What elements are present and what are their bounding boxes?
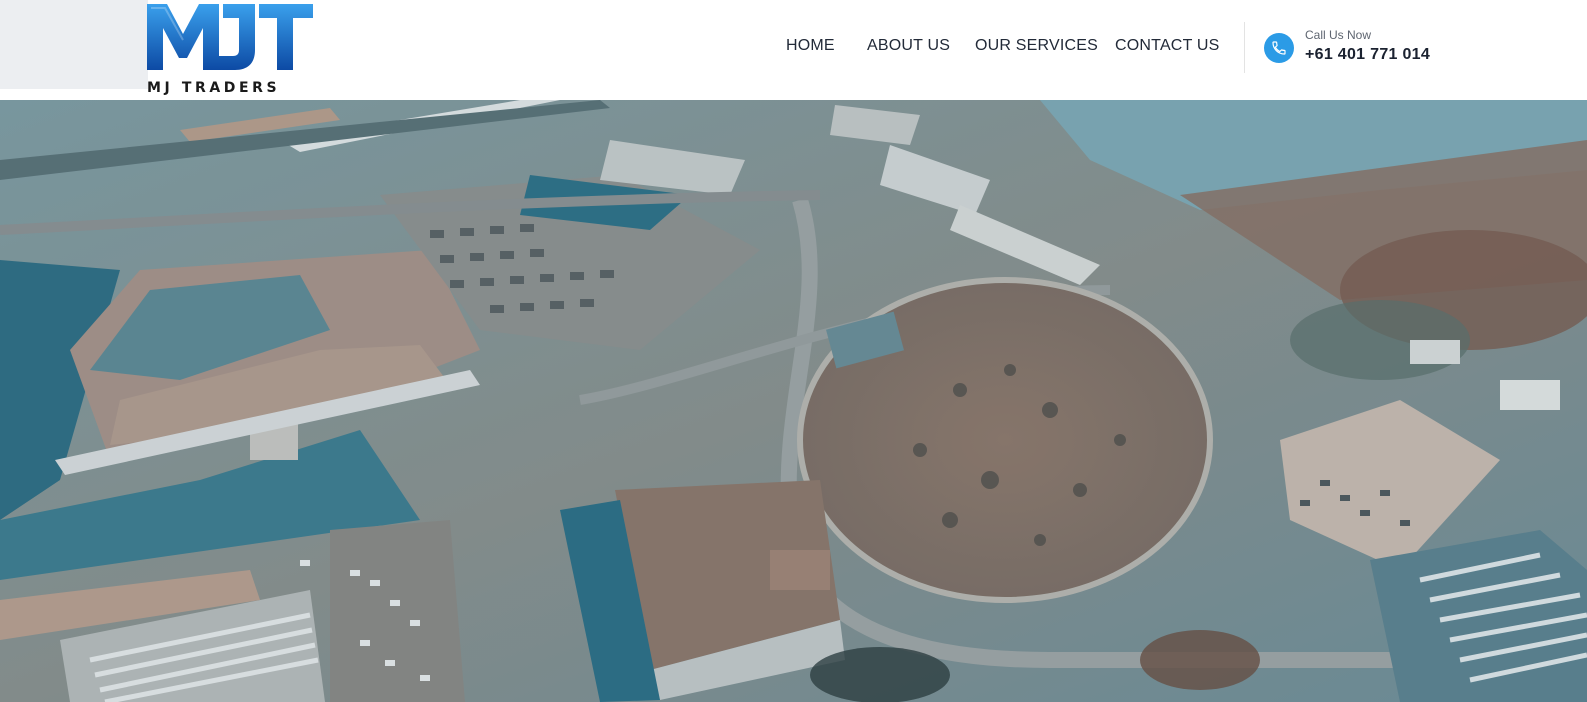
site-header: MJ TRADERS HOME ABOUT US OUR SERVICES CO… [0,0,1587,100]
nav-our-services[interactable]: OUR SERVICES [975,37,1098,55]
nav-about-us[interactable]: ABOUT US [867,37,950,55]
nav-home[interactable]: HOME [786,37,835,55]
phone-number[interactable]: +61 401 771 014 [1305,46,1430,64]
phone-icon[interactable] [1264,33,1294,63]
header-divider [1244,22,1245,73]
brand-logo[interactable]: MJ TRADERS [147,4,315,96]
header-left-band [0,0,148,89]
logo-mark [147,4,313,70]
hero-aerial-image [0,100,1587,702]
aerial-photo-illustration [0,100,1587,702]
brand-name: MJ TRADERS [147,80,281,96]
call-label: Call Us Now [1305,28,1372,42]
nav-contact-us[interactable]: CONTACT US [1115,37,1220,55]
